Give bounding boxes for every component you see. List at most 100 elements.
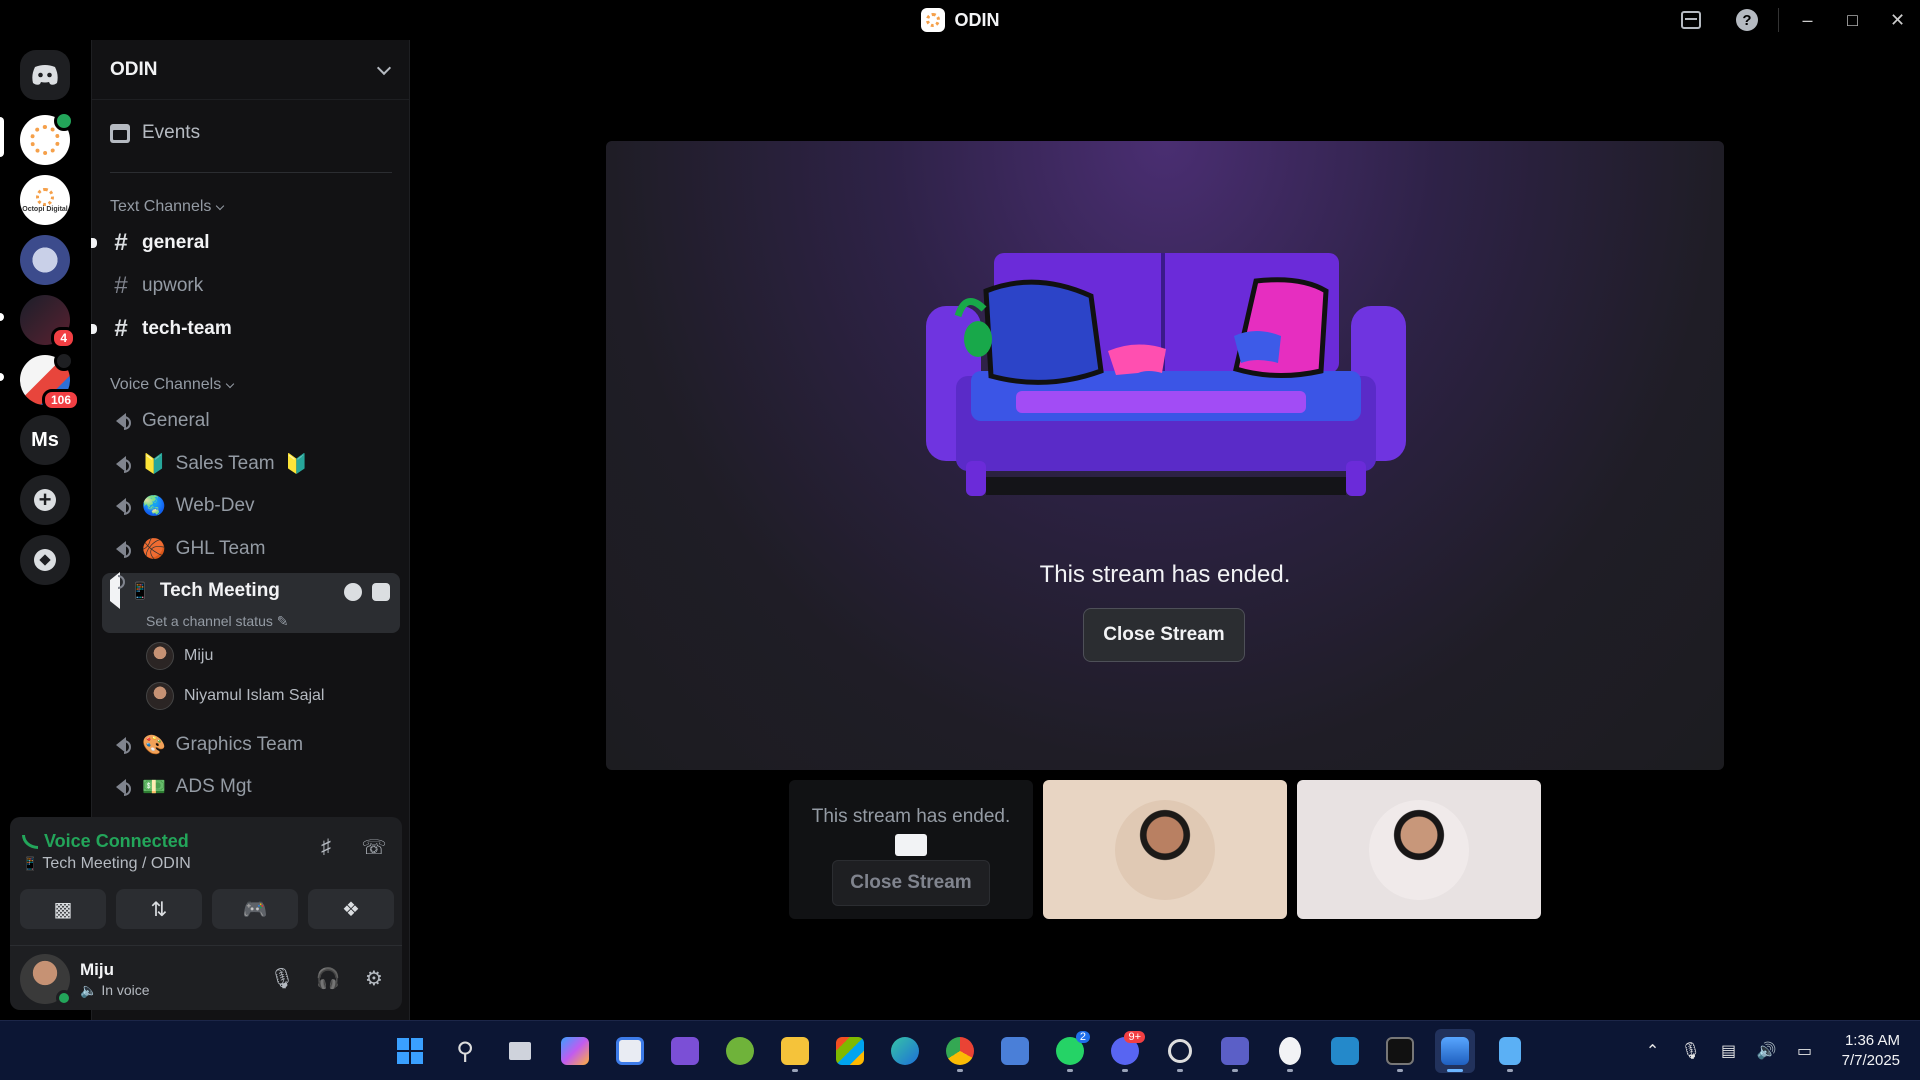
window-title: ODIN bbox=[920, 8, 1000, 32]
channel-emoji: 🔰 bbox=[284, 454, 309, 475]
network-icon[interactable]: ▤ bbox=[1718, 1040, 1740, 1062]
voice-connected-status[interactable]: Voice Connected bbox=[22, 831, 189, 852]
server-odin[interactable] bbox=[20, 111, 74, 165]
voice-member[interactable]: Niyamul Islam Sajal bbox=[146, 682, 324, 710]
teams-app[interactable] bbox=[1215, 1029, 1255, 1073]
server-header[interactable]: ODIN bbox=[92, 40, 409, 100]
remote-desktop-app[interactable] bbox=[995, 1029, 1035, 1073]
compass-icon bbox=[34, 549, 56, 571]
noise-suppression-icon[interactable]: ♯ bbox=[314, 835, 338, 859]
search-button[interactable]: ⚲ bbox=[445, 1029, 485, 1073]
tile-close-stream-button[interactable]: Close Stream bbox=[832, 860, 990, 906]
gamepad-icon: 🎮 bbox=[242, 898, 268, 921]
voice-channel-web-dev[interactable]: 🌏 Web-Dev bbox=[102, 487, 400, 525]
start-button[interactable] bbox=[390, 1029, 430, 1073]
chevron-down-icon bbox=[216, 201, 225, 210]
inbox-icon[interactable] bbox=[1678, 7, 1704, 33]
stream-tile[interactable]: This stream has ended. Close Stream bbox=[789, 780, 1033, 919]
chameleon-app[interactable] bbox=[720, 1029, 760, 1073]
channel-upwork[interactable]: # upwork bbox=[102, 267, 400, 305]
category-text-channels[interactable]: Text Channels bbox=[110, 198, 225, 216]
hashtag-icon: # bbox=[114, 229, 128, 256]
server-octopi-digital[interactable]: Octopi Digital bbox=[20, 175, 70, 225]
whatsapp-app[interactable]: 2 bbox=[1050, 1029, 1090, 1073]
close-window-button[interactable]: ✕ bbox=[1875, 0, 1920, 40]
add-member-icon[interactable] bbox=[372, 583, 390, 601]
discover-button[interactable] bbox=[20, 535, 70, 585]
notepad-app[interactable] bbox=[1490, 1029, 1530, 1073]
voice-channel-tech-meeting[interactable]: 📱 Tech Meeting Set a channel status ✎ bbox=[102, 572, 400, 633]
copilot-app[interactable] bbox=[555, 1029, 595, 1073]
vscode-app[interactable] bbox=[1325, 1029, 1365, 1073]
channel-status[interactable]: Set a channel status ✎ bbox=[146, 613, 289, 630]
voice-channel-sales-team[interactable]: 🔰 Sales Team 🔰 bbox=[102, 445, 400, 483]
snipping-tool-app[interactable] bbox=[610, 1029, 650, 1073]
voice-member[interactable]: Miju bbox=[146, 642, 213, 670]
voice-channel-ads-mgt[interactable]: 💵 ADS Mgt bbox=[102, 768, 400, 806]
visual-studio-icon bbox=[671, 1037, 699, 1065]
channel-label: tech-team bbox=[142, 318, 232, 339]
channel-general[interactable]: # general bbox=[102, 224, 400, 262]
server-ms[interactable]: Ms bbox=[20, 415, 70, 465]
close-stream-button[interactable]: Close Stream bbox=[1083, 608, 1245, 662]
share-screen-button[interactable]: ⇅ bbox=[116, 889, 202, 929]
microphone-icon[interactable]: 🎙 bbox=[269, 966, 294, 990]
discord-app[interactable]: 9+ bbox=[1105, 1029, 1145, 1073]
member-name: Miju bbox=[184, 647, 214, 664]
category-voice-channels[interactable]: Voice Channels bbox=[110, 376, 235, 394]
search-icon: ⚲ bbox=[456, 1037, 474, 1065]
photos-app[interactable] bbox=[1435, 1029, 1475, 1073]
phone-emoji-icon: 📱 bbox=[22, 856, 39, 871]
chat-bubble-icon[interactable] bbox=[344, 583, 362, 601]
terminal-app[interactable] bbox=[1380, 1029, 1420, 1073]
edge-app[interactable] bbox=[885, 1029, 925, 1073]
speaker-icon bbox=[110, 413, 132, 430]
participant-tile[interactable] bbox=[1043, 780, 1287, 919]
clock[interactable]: 1:36 AM 7/7/2025 bbox=[1842, 1031, 1900, 1071]
visual-studio-app[interactable] bbox=[665, 1029, 705, 1073]
voice-location[interactable]: 📱 Tech Meeting / ODIN bbox=[22, 855, 191, 873]
teams-icon bbox=[1221, 1037, 1249, 1065]
task-view-button[interactable] bbox=[500, 1029, 540, 1073]
voice-channel-ghl-team[interactable]: 🏀 GHL Team bbox=[102, 530, 400, 568]
copilot-icon bbox=[561, 1037, 589, 1065]
file-explorer-app[interactable] bbox=[775, 1029, 815, 1073]
settings-gear-icon[interactable]: ⚙ bbox=[362, 966, 386, 990]
add-server-button[interactable]: + bbox=[20, 475, 70, 525]
chevron-up-icon[interactable]: ⌃ bbox=[1642, 1040, 1664, 1062]
headphones-icon[interactable]: 🎧 bbox=[316, 966, 341, 990]
soundboard-button[interactable]: ❖ bbox=[308, 889, 394, 929]
speaker-icon bbox=[110, 498, 132, 515]
help-icon[interactable]: ? bbox=[1734, 7, 1760, 33]
activities-button[interactable]: 🎮 bbox=[212, 889, 298, 929]
taskbar: ⚲ 2 9+ ⌃ 🎙 ▤ 🔊 ▭ 1:36 AM 7/7/2025 bbox=[0, 1020, 1920, 1080]
events-item[interactable]: Events bbox=[110, 122, 200, 144]
mongodb-app[interactable] bbox=[1270, 1029, 1310, 1073]
voice-channel-graphics-team[interactable]: 🎨 Graphics Team bbox=[102, 726, 400, 764]
chrome-app[interactable] bbox=[940, 1029, 980, 1073]
voice-activity-icon bbox=[54, 351, 74, 371]
category-label: Text Channels bbox=[110, 198, 212, 215]
server-avatar-3[interactable] bbox=[20, 235, 70, 285]
couch-illustration-icon bbox=[926, 253, 1406, 496]
server-avatar-5[interactable]: 106 bbox=[20, 351, 80, 411]
clock-date: 7/7/2025 bbox=[1841, 1052, 1900, 1069]
user-name[interactable]: Miju bbox=[80, 960, 114, 980]
camera-off-button[interactable]: ▩ bbox=[20, 889, 106, 929]
microphone-tray-icon[interactable]: 🎙 bbox=[1680, 1040, 1702, 1062]
maximize-button[interactable]: □ bbox=[1830, 0, 1875, 40]
minimize-button[interactable]: – bbox=[1785, 0, 1830, 40]
microsoft-store-app[interactable] bbox=[830, 1029, 870, 1073]
discord-home-button[interactable] bbox=[20, 50, 70, 100]
speaker-icon bbox=[110, 541, 132, 558]
channel-tech-team[interactable]: # tech-team bbox=[102, 310, 400, 348]
voice-channel-general[interactable]: General bbox=[102, 402, 400, 440]
mongodb-icon bbox=[1279, 1037, 1301, 1065]
chatgpt-app[interactable] bbox=[1160, 1029, 1200, 1073]
server-avatar-4[interactable]: 4 bbox=[20, 295, 76, 349]
disconnect-icon[interactable]: ☏ bbox=[362, 835, 387, 859]
voice-status-text: Voice Connected bbox=[44, 831, 189, 851]
participant-tile[interactable] bbox=[1297, 780, 1541, 919]
volume-icon[interactable]: 🔊 bbox=[1756, 1040, 1778, 1062]
battery-icon[interactable]: ▭ bbox=[1794, 1040, 1816, 1062]
